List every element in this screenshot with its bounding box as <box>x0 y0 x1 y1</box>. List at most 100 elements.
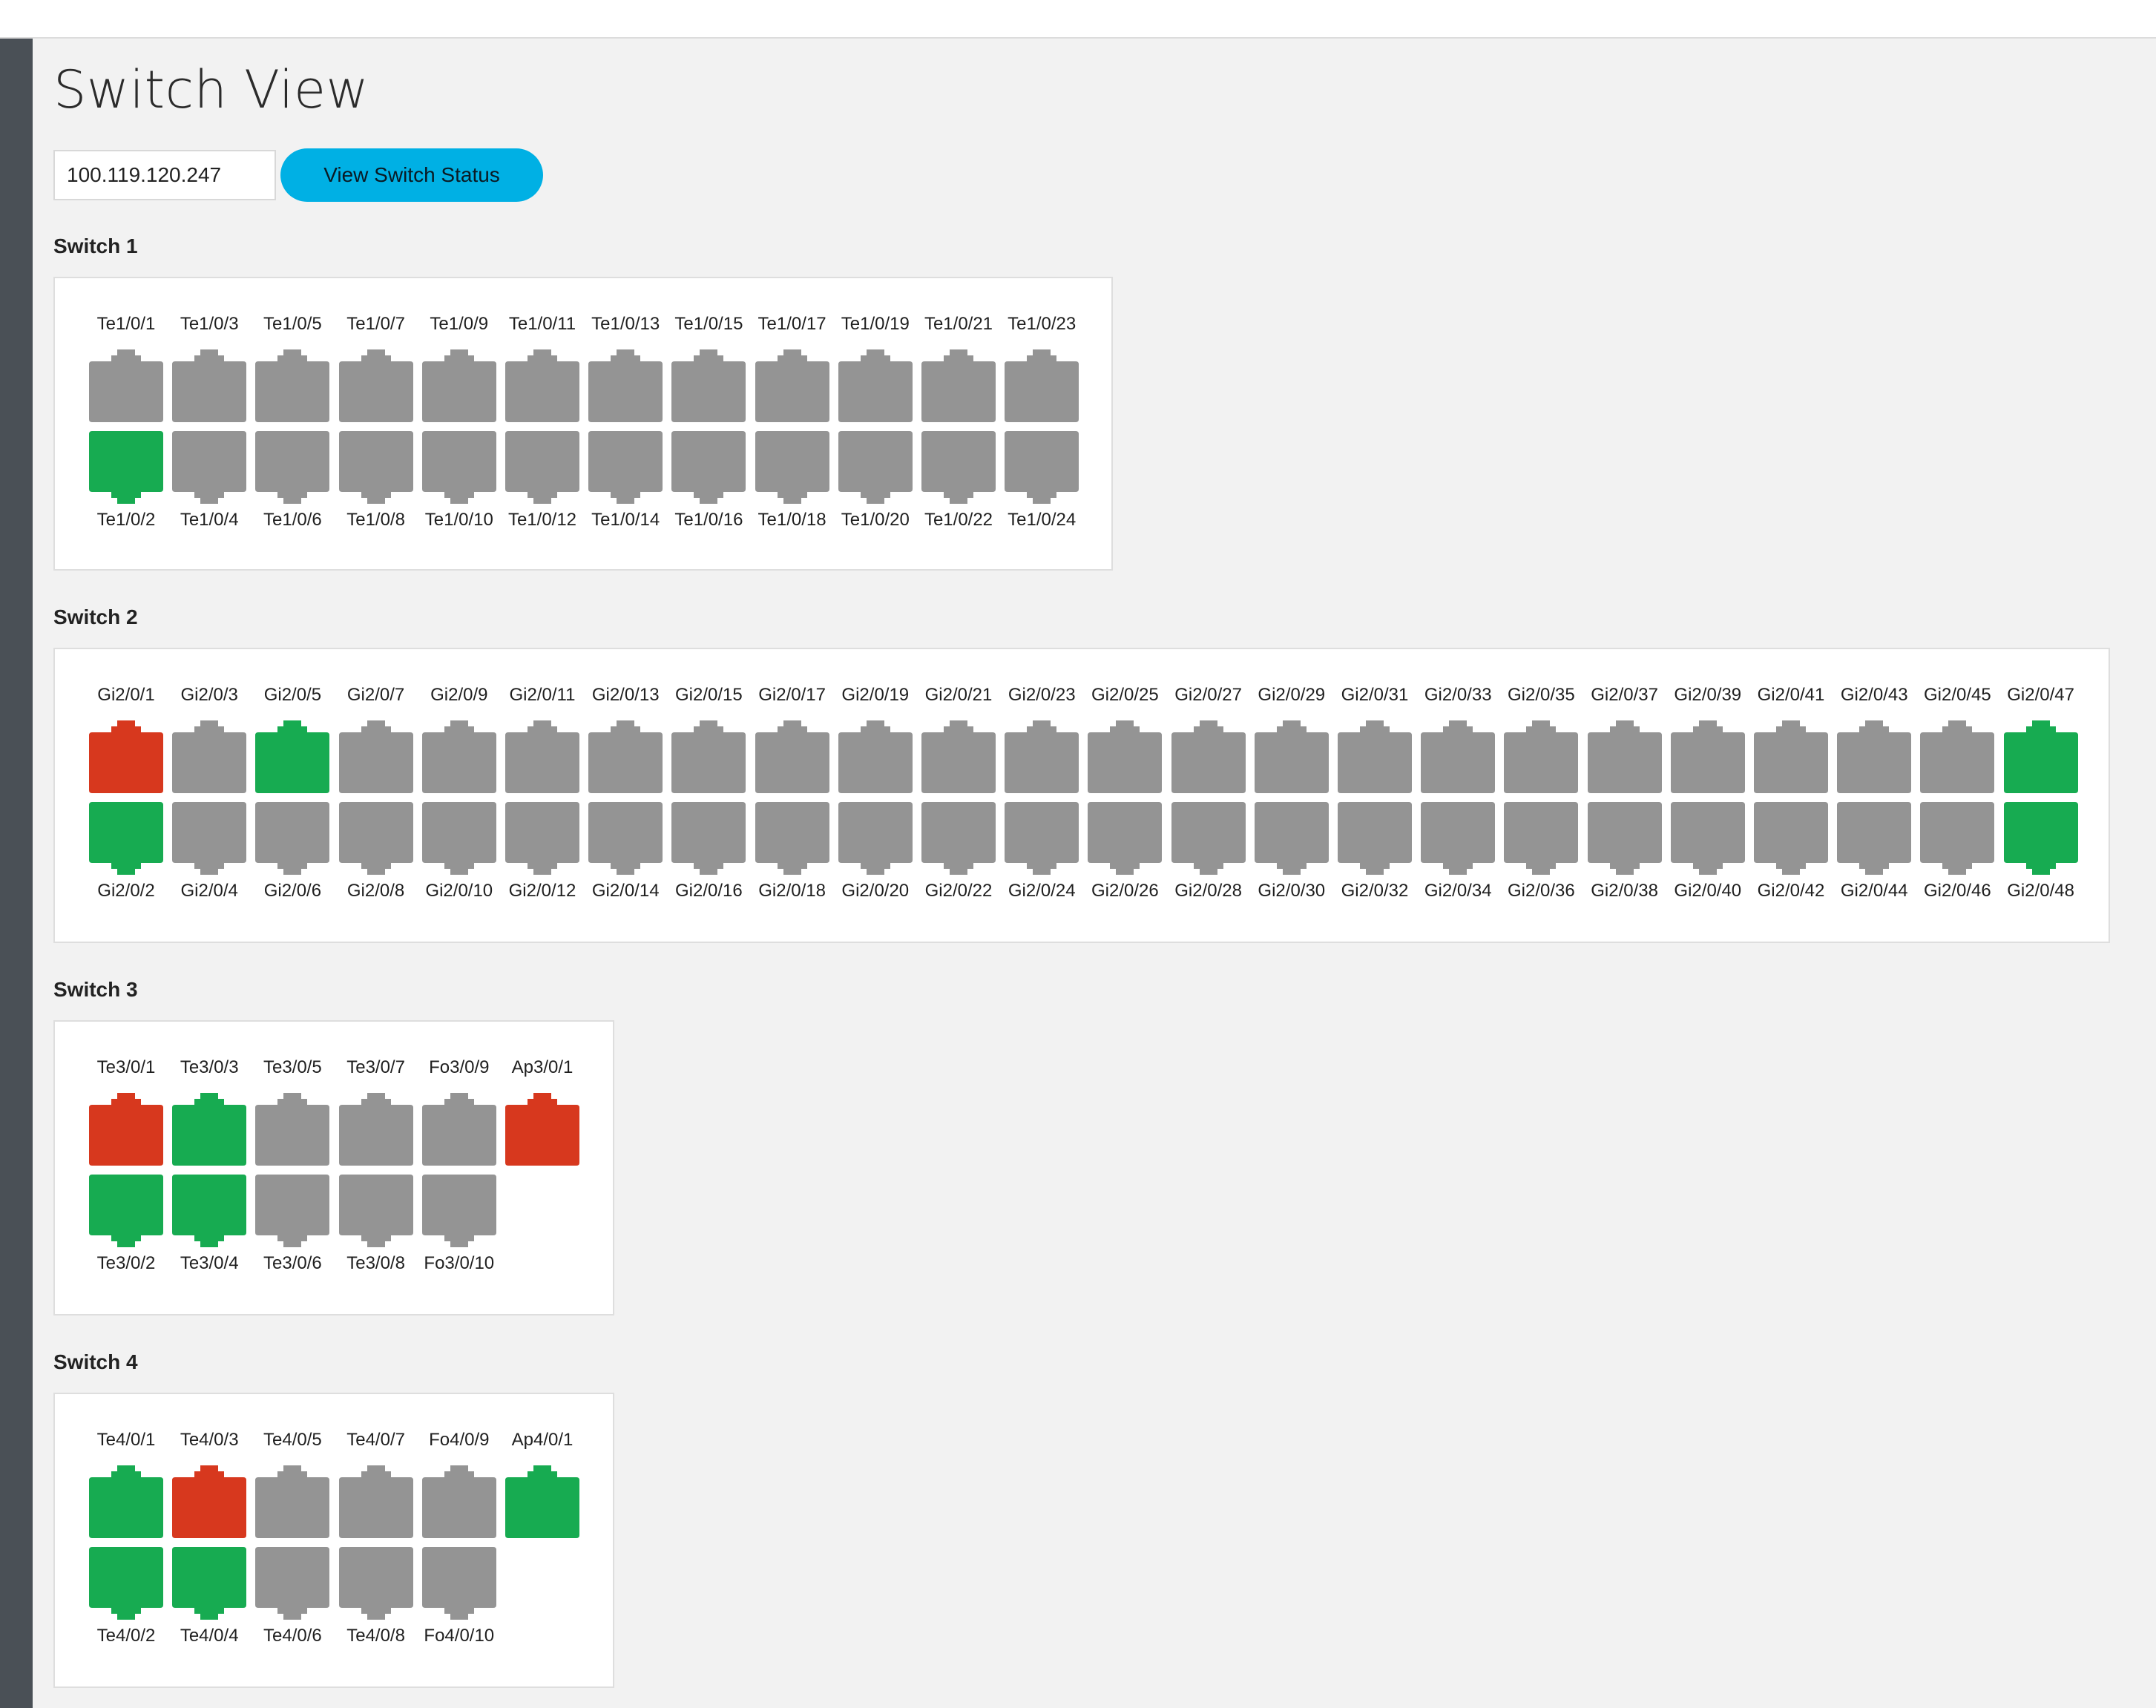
port-icon[interactable] <box>838 719 913 793</box>
port-icon[interactable] <box>588 431 663 505</box>
port-icon[interactable] <box>172 719 247 793</box>
port-icon[interactable] <box>505 802 579 876</box>
port-icon[interactable] <box>255 1175 330 1249</box>
port-column: Te4/0/3 Te4/0/4 <box>172 1430 247 1667</box>
port-icon[interactable] <box>421 1464 496 1538</box>
port-icon[interactable] <box>1171 802 1246 876</box>
port-icon[interactable] <box>1088 802 1163 876</box>
port-icon[interactable] <box>671 802 746 876</box>
port-icon[interactable] <box>921 719 996 793</box>
port-icon[interactable] <box>671 719 746 793</box>
port-icon[interactable] <box>505 348 579 422</box>
port-icon[interactable] <box>1587 802 1662 876</box>
port-icon[interactable] <box>421 719 496 793</box>
port-icon[interactable] <box>89 1175 163 1249</box>
port-icon[interactable] <box>1421 719 1496 793</box>
port-icon[interactable] <box>838 348 913 422</box>
port-icon[interactable] <box>1005 431 1079 505</box>
port-icon[interactable] <box>1920 802 1995 876</box>
port-icon[interactable] <box>89 1464 163 1538</box>
port-icon[interactable] <box>338 802 413 876</box>
port-icon[interactable] <box>1005 802 1079 876</box>
port-icon[interactable] <box>505 1091 579 1166</box>
port-icon[interactable] <box>172 1091 247 1166</box>
port-icon[interactable] <box>421 348 496 422</box>
port-icon[interactable] <box>1254 719 1329 793</box>
port-shape <box>421 802 496 875</box>
port-icon[interactable] <box>1421 802 1496 876</box>
port-icon[interactable] <box>921 348 996 422</box>
port-icon[interactable] <box>89 719 163 793</box>
port-icon[interactable] <box>421 431 496 505</box>
port-icon[interactable] <box>172 1175 247 1249</box>
port-icon[interactable] <box>421 1091 496 1166</box>
port-icon[interactable] <box>255 1464 330 1538</box>
port-icon[interactable] <box>172 348 247 422</box>
port-icon[interactable] <box>172 802 247 876</box>
port-icon[interactable] <box>1920 719 1995 793</box>
port-icon[interactable] <box>255 719 330 793</box>
port-icon[interactable] <box>1338 802 1412 876</box>
port-icon[interactable] <box>255 802 330 876</box>
port-icon[interactable] <box>755 719 829 793</box>
port-icon[interactable] <box>255 1091 330 1166</box>
port-icon[interactable] <box>921 431 996 505</box>
port-icon[interactable] <box>505 431 579 505</box>
port-icon[interactable] <box>1171 719 1246 793</box>
port-icon[interactable] <box>1754 802 1828 876</box>
port-icon[interactable] <box>172 1547 247 1621</box>
port-icon[interactable] <box>255 348 330 422</box>
port-icon[interactable] <box>338 1464 413 1538</box>
port-icon[interactable] <box>172 1464 247 1538</box>
port-icon[interactable] <box>421 802 496 876</box>
port-icon[interactable] <box>1504 802 1579 876</box>
port-icon[interactable] <box>421 1547 496 1621</box>
port-icon[interactable] <box>1088 719 1163 793</box>
port-icon[interactable] <box>755 431 829 505</box>
port-icon[interactable] <box>505 719 579 793</box>
view-switch-status-button[interactable]: View Switch Status <box>280 148 543 202</box>
port-icon[interactable] <box>755 348 829 422</box>
port-icon[interactable] <box>1338 719 1412 793</box>
port-icon[interactable] <box>172 431 247 505</box>
port-icon[interactable] <box>89 802 163 876</box>
port-icon[interactable] <box>338 1175 413 1249</box>
port-icon[interactable] <box>89 1547 163 1621</box>
port-icon[interactable] <box>255 431 330 505</box>
port-icon[interactable] <box>1754 719 1828 793</box>
port-icon[interactable] <box>838 802 913 876</box>
port-icon[interactable] <box>89 1091 163 1166</box>
port-shape <box>1171 720 1246 793</box>
port-icon[interactable] <box>89 431 163 505</box>
port-icon[interactable] <box>338 1091 413 1166</box>
port-icon[interactable] <box>588 802 663 876</box>
port-icon[interactable] <box>671 431 746 505</box>
port-icon[interactable] <box>1670 802 1745 876</box>
port-column: Gi2/0/3 Gi2/0/4 <box>172 685 247 922</box>
port-icon[interactable] <box>1005 719 1079 793</box>
port-icon[interactable] <box>338 1547 413 1621</box>
port-icon[interactable] <box>1254 802 1329 876</box>
port-icon[interactable] <box>1005 348 1079 422</box>
port-icon[interactable] <box>1837 719 1912 793</box>
port-icon[interactable] <box>2003 719 2078 793</box>
port-icon[interactable] <box>338 348 413 422</box>
port-icon[interactable] <box>838 431 913 505</box>
port-icon[interactable] <box>1587 719 1662 793</box>
port-icon[interactable] <box>338 431 413 505</box>
port-icon[interactable] <box>588 348 663 422</box>
ip-address-input[interactable] <box>53 150 276 200</box>
port-icon[interactable] <box>255 1547 330 1621</box>
port-icon[interactable] <box>421 1175 496 1249</box>
port-icon[interactable] <box>338 719 413 793</box>
port-icon[interactable] <box>755 802 829 876</box>
port-icon[interactable] <box>1670 719 1745 793</box>
port-icon[interactable] <box>671 348 746 422</box>
port-icon[interactable] <box>588 719 663 793</box>
port-icon[interactable] <box>1837 802 1912 876</box>
port-icon[interactable] <box>505 1464 579 1538</box>
port-icon[interactable] <box>2003 802 2078 876</box>
port-icon[interactable] <box>921 802 996 876</box>
port-icon[interactable] <box>1504 719 1579 793</box>
port-icon[interactable] <box>89 348 163 422</box>
